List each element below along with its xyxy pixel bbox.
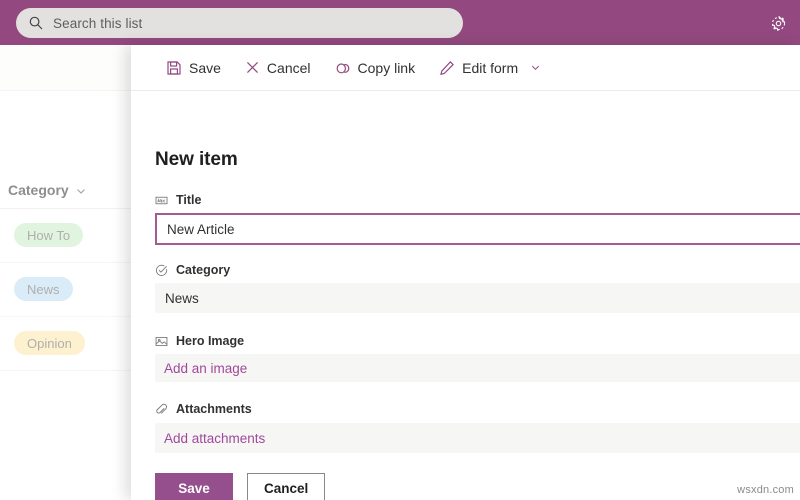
cancel-command[interactable]: Cancel — [236, 50, 320, 86]
category-pill: Opinion — [14, 331, 85, 355]
category-input-value: News — [165, 291, 199, 306]
watermark: wsxdn.com — [737, 484, 794, 496]
save-command[interactable]: Save — [157, 50, 230, 86]
add-attachments-link[interactable]: Add attachments — [155, 423, 800, 453]
copy-link-command[interactable]: Copy link — [326, 50, 425, 86]
save-floppy-icon — [166, 60, 182, 76]
paperclip-icon — [155, 403, 168, 416]
edit-form-command[interactable]: Edit form — [430, 50, 550, 86]
copy-link-command-label: Copy link — [358, 60, 416, 76]
list-item[interactable]: News — [0, 262, 131, 316]
edit-form-command-label: Edit form — [462, 60, 518, 76]
app-header: Search this list — [0, 0, 800, 45]
title-label-text: Title — [176, 193, 201, 207]
title-input-value: New Article — [167, 222, 235, 237]
chevron-down-icon — [75, 184, 87, 196]
hero-image-label-text: Hero Image — [176, 334, 244, 348]
category-pill: News — [14, 277, 73, 301]
category-input[interactable]: News — [155, 283, 800, 313]
sharepoint-new-item-screen: t to Excel Auto Category How To — [0, 0, 800, 500]
row-divider — [0, 370, 131, 371]
column-header-label: Category — [8, 182, 69, 198]
abc-text-icon — [155, 194, 168, 207]
add-attachments-label: Add attachments — [164, 431, 265, 446]
search-input[interactable]: Search this list — [16, 8, 463, 38]
category-pill: How To — [14, 223, 83, 247]
search-icon — [28, 15, 44, 31]
category-field-label: Category — [131, 261, 230, 279]
pencil-edit-icon — [439, 60, 455, 76]
choice-check-circle-icon — [155, 264, 168, 277]
save-button[interactable]: Save — [155, 473, 233, 500]
title-field-label: Title — [131, 191, 201, 209]
chevron-down-icon — [530, 60, 541, 76]
attachments-field-label: Attachments — [131, 400, 252, 418]
cancel-button[interactable]: Cancel — [247, 473, 325, 500]
form-command-bar: Save Cancel Copy link Edit form — [131, 45, 800, 91]
add-image-link[interactable]: Add an image — [155, 354, 800, 382]
close-x-icon — [245, 60, 260, 75]
picture-image-icon — [155, 335, 168, 348]
list-item[interactable]: Opinion — [0, 316, 131, 370]
search-placeholder: Search this list — [53, 16, 142, 31]
save-command-label: Save — [189, 60, 221, 76]
form-body: New item Title New Article — [131, 91, 800, 500]
gear-icon[interactable] — [764, 9, 792, 37]
link-chain-icon — [335, 60, 351, 76]
list-item[interactable]: How To — [0, 208, 131, 262]
hero-image-field-label: Hero Image — [131, 332, 244, 350]
add-image-label: Add an image — [164, 361, 247, 376]
attachments-label-text: Attachments — [176, 402, 252, 416]
new-item-form-panel: Save Cancel Copy link Edit form — [131, 45, 800, 500]
title-input[interactable]: New Article — [155, 213, 800, 245]
category-label-text: Category — [176, 263, 230, 277]
column-header-category[interactable]: Category — [0, 172, 131, 208]
page-title: New item — [155, 149, 238, 171]
form-actions: Save Cancel — [155, 473, 325, 500]
cancel-command-label: Cancel — [267, 60, 311, 76]
